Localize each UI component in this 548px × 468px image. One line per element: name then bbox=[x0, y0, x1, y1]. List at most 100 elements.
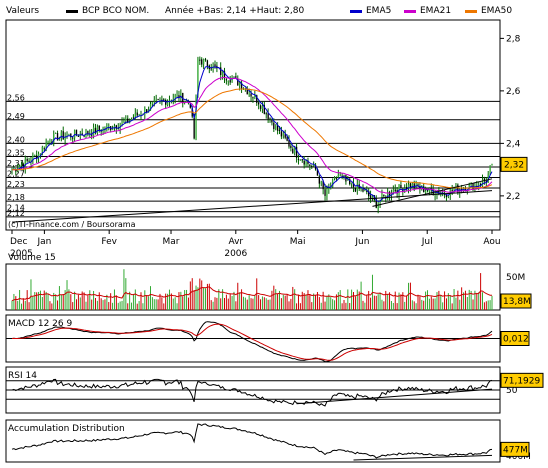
candle-body bbox=[199, 59, 201, 61]
candle-body bbox=[121, 121, 123, 125]
candle-body bbox=[267, 113, 269, 120]
candle-body bbox=[354, 187, 357, 192]
rsi-title: RSI 14 bbox=[8, 371, 37, 381]
level-label: 2,12 bbox=[7, 209, 25, 218]
candle-body bbox=[157, 98, 159, 100]
candle-body bbox=[299, 159, 302, 161]
volume-axis-label: 50M bbox=[506, 273, 525, 283]
candle-body bbox=[214, 64, 216, 67]
candle-body bbox=[73, 130, 76, 138]
level-label: 2,18 bbox=[7, 193, 25, 202]
candle-body bbox=[320, 181, 322, 184]
candle-body bbox=[303, 160, 305, 165]
level-label: 2,49 bbox=[7, 112, 25, 121]
candle-body bbox=[394, 189, 396, 192]
candle-body bbox=[383, 195, 385, 197]
accdist-title: Accumulation Distribution bbox=[8, 424, 125, 434]
candle-body bbox=[275, 125, 277, 130]
right-axis-label: 2,6 bbox=[506, 87, 521, 97]
candle-body bbox=[176, 94, 178, 96]
accdist-last-label: 477M bbox=[503, 445, 528, 455]
candle-body bbox=[108, 125, 110, 127]
price-panel-frame bbox=[5, 19, 501, 231]
candle-body bbox=[294, 148, 296, 154]
candle-body bbox=[451, 189, 453, 192]
candle-body bbox=[339, 174, 341, 176]
level-label: 2,35 bbox=[7, 149, 25, 158]
candle-body bbox=[288, 140, 290, 147]
candle-body bbox=[123, 121, 125, 123]
candle-body bbox=[309, 164, 311, 167]
x-axis-label: Mai bbox=[290, 237, 306, 247]
candle-body bbox=[47, 140, 49, 143]
level-label: 2,40 bbox=[7, 135, 25, 144]
candle-body bbox=[98, 125, 100, 130]
candle-body bbox=[227, 80, 229, 82]
candle-body bbox=[273, 122, 275, 129]
x-axis-label: Aou bbox=[483, 237, 500, 247]
right-axis-label: 2,8 bbox=[506, 34, 521, 44]
candle-body bbox=[250, 93, 252, 97]
candle-body bbox=[328, 188, 330, 191]
candle-body bbox=[324, 189, 326, 196]
candle-body bbox=[75, 129, 78, 135]
candle-body bbox=[239, 83, 241, 86]
candle-body bbox=[72, 137, 74, 139]
candle-body bbox=[282, 133, 284, 136]
candle-body bbox=[210, 68, 212, 70]
candle-body bbox=[311, 166, 313, 168]
candle-body bbox=[136, 112, 138, 116]
candle-body bbox=[204, 59, 207, 61]
candle-body bbox=[68, 133, 70, 135]
candle-body bbox=[54, 133, 57, 135]
volume-title: Volume 15 bbox=[8, 253, 56, 263]
candle-body bbox=[62, 131, 64, 140]
macd-last-label: 0,012 bbox=[503, 335, 529, 345]
candle-body bbox=[220, 67, 222, 75]
candle-body bbox=[292, 148, 294, 154]
candle-body bbox=[26, 158, 28, 161]
candle-body bbox=[45, 142, 47, 148]
candle-body bbox=[265, 113, 267, 115]
x-axis-label: Jul bbox=[421, 237, 433, 247]
candle-body bbox=[491, 164, 493, 166]
candle-body bbox=[193, 117, 195, 139]
candle-body bbox=[259, 105, 262, 109]
right-axis-label: 2,2 bbox=[506, 192, 520, 202]
candle-body bbox=[229, 80, 231, 83]
candle-body bbox=[350, 183, 353, 185]
level-label: 2,31 bbox=[7, 159, 25, 168]
candle-body bbox=[364, 190, 366, 192]
candle-body bbox=[252, 97, 254, 99]
candle-body bbox=[318, 176, 321, 184]
candle-body bbox=[400, 184, 402, 188]
candle-body bbox=[28, 160, 30, 162]
candle-body bbox=[49, 141, 51, 143]
chart-svg: 2,562,492,402,352,312,272,232,182,142,12… bbox=[5, 19, 544, 463]
candle-body bbox=[155, 99, 157, 101]
candle-body bbox=[96, 126, 99, 133]
level-label: 2,23 bbox=[7, 180, 25, 189]
candle-body bbox=[276, 125, 279, 131]
candle-body bbox=[138, 114, 140, 116]
candle-body bbox=[305, 160, 307, 166]
candle-body bbox=[280, 131, 283, 137]
candle-body bbox=[201, 59, 203, 65]
candle-body bbox=[257, 102, 260, 105]
x-axis-label: Fev bbox=[101, 237, 117, 247]
candle-body bbox=[335, 178, 338, 180]
candle-body bbox=[278, 129, 281, 131]
x-axis-label: Mar bbox=[163, 237, 180, 247]
candle-body bbox=[34, 155, 36, 157]
candle-body bbox=[153, 99, 155, 102]
stock-chart: Valeurs BCP BCO NOM. Année +Bas: 2,14 +H… bbox=[0, 0, 548, 468]
candle-body bbox=[269, 118, 271, 120]
candle-body bbox=[371, 196, 374, 198]
candle-body bbox=[290, 145, 292, 149]
candle-body bbox=[447, 195, 450, 197]
level-label: 2,56 bbox=[7, 93, 25, 102]
year-label: 2006 bbox=[224, 249, 247, 259]
candle-body bbox=[202, 59, 205, 65]
x-axis-label: Avr bbox=[228, 237, 243, 247]
candle-body bbox=[56, 133, 59, 141]
